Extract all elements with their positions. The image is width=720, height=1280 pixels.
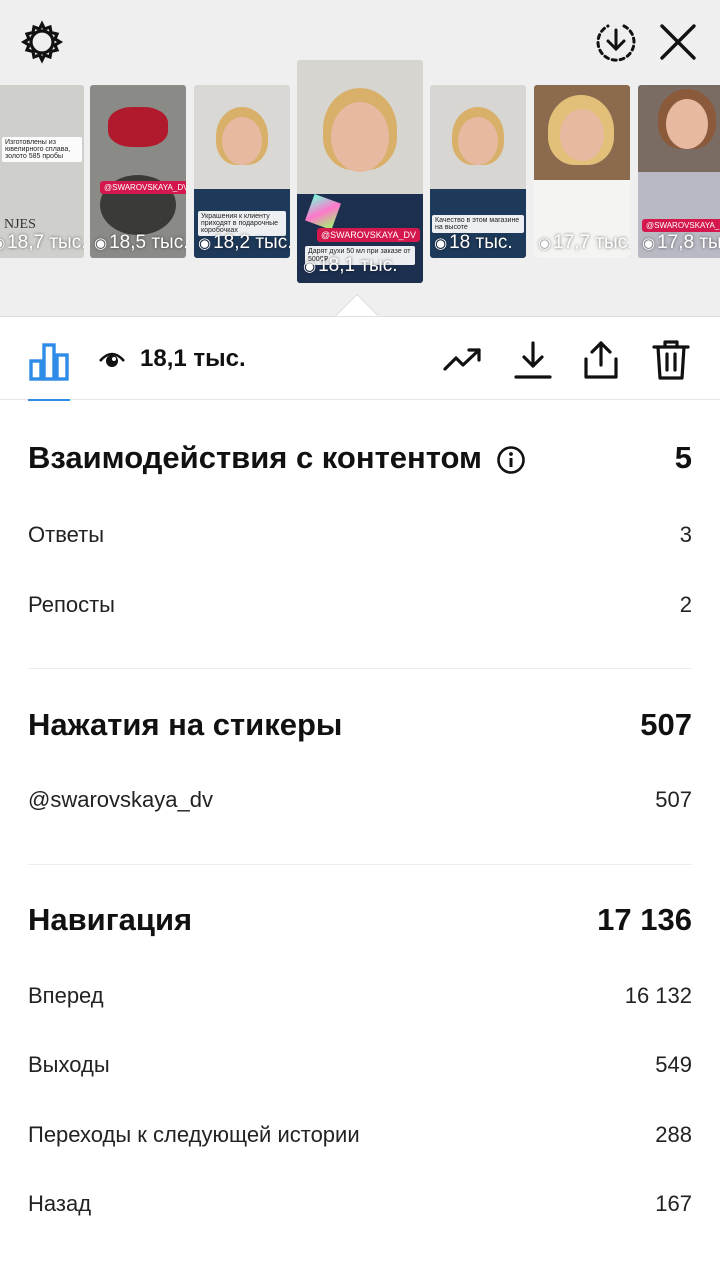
story-view-count: ◉ 18,2 тыс. — [198, 232, 290, 253]
bar-chart-icon[interactable] — [28, 341, 70, 381]
story-thumbnail-selected[interactable]: @SWAROVSKAYA_DV Дарят духи 50 мл при зак… — [297, 60, 423, 283]
eye-icon: ◉ — [303, 258, 317, 275]
story-view-count: ◉ 17,7 тыс. — [538, 232, 630, 253]
save-icon[interactable] — [512, 339, 554, 381]
section-title: Нажатия на стикеры — [28, 707, 343, 742]
eye-icon: ◉ — [0, 234, 5, 252]
story-view-count: ◉ 18,5 тыс. — [94, 232, 186, 253]
metric-row: Ответы 3 — [28, 522, 692, 548]
section-divider — [28, 668, 692, 669]
metric-value: 549 — [655, 1052, 692, 1077]
metric-value: 2 — [679, 592, 692, 617]
section-total: 5 — [674, 440, 692, 475]
eye-icon: ◉ — [538, 235, 552, 252]
settings-icon[interactable] — [20, 20, 64, 64]
metric-label: Репосты — [28, 592, 115, 617]
metric-row: Переходы к следующей истории 288 — [28, 1122, 692, 1148]
metric-value: 288 — [655, 1122, 692, 1147]
metric-value: 3 — [679, 522, 692, 547]
section-total: 507 — [640, 707, 692, 742]
stickers-section: Нажатия на стикеры 507 — [28, 705, 692, 745]
eye-icon: ◉ — [198, 235, 212, 252]
metric-row: Назад 167 — [28, 1191, 692, 1217]
story-view-count: ◉ 18,1 тыс. — [303, 255, 398, 276]
story-thumbnail-strip: Изготовлены из ювелирного сплава, золото… — [0, 60, 720, 285]
interactions-section: Взаимодействия с контентом 5 — [28, 438, 692, 478]
metric-label: Ответы — [28, 522, 105, 547]
story-view-count: ◉ 18 тыс. — [434, 232, 513, 253]
trash-icon[interactable] — [650, 339, 692, 381]
eye-icon: ◉ — [94, 235, 108, 252]
thumb-note: Изготовлены из ювелирного сплава, золото… — [2, 137, 82, 162]
download-story-icon[interactable] — [594, 20, 638, 64]
story-thumbnail[interactable]: Качество в этом магазине на высоте ◉ 18 т… — [430, 85, 526, 258]
metric-row: Вперед 16 132 — [28, 983, 692, 1009]
stats-toolbar: 18,1 тыс. — [0, 316, 720, 401]
metric-value: 507 — [655, 787, 692, 812]
views-count: 18,1 тыс. — [140, 345, 246, 372]
active-tab-indicator — [28, 399, 70, 401]
metric-value: 167 — [655, 1191, 692, 1216]
metric-label: Вперед — [28, 983, 104, 1008]
sticker-tag: @SWAROVSKAYA_DV — [317, 228, 420, 242]
section-title: Навигация — [28, 902, 193, 937]
story-view-count: ◉18,7 тыс. — [0, 232, 84, 254]
metric-value: 16 132 — [624, 983, 692, 1008]
section-total: 17 136 — [597, 902, 692, 937]
thumb-note: Качество в этом магазине на высоте — [432, 215, 524, 233]
sticker-tag: @SWAROVSKAYA_DV — [100, 181, 186, 194]
metric-row: @swarovskaya_dv 507 — [28, 787, 692, 813]
story-thumbnail[interactable]: @SWAROVSKAYA_DV ◉ 18,5 тыс. — [90, 85, 186, 258]
share-icon[interactable] — [580, 339, 622, 381]
story-view-count: ◉17,8 тыс. — [642, 232, 720, 253]
metric-row: Выходы 549 — [28, 1052, 692, 1078]
sticker-tag: @SWAROVSKAYA_DV — [642, 219, 720, 232]
brand-text: NJES — [4, 217, 36, 232]
close-icon[interactable] — [656, 20, 700, 64]
section-divider — [28, 864, 692, 865]
metric-label: Переходы к следующей истории — [28, 1122, 360, 1147]
metric-label: Назад — [28, 1191, 92, 1216]
metric-row: Репосты 2 — [28, 592, 692, 618]
story-thumbnail[interactable]: @SWAROVSKAYA_DV ◉17,8 тыс. — [638, 85, 720, 258]
story-thumbnail[interactable]: Изготовлены из ювелирного сплава, золото… — [0, 85, 84, 258]
eye-icon: ◉ — [642, 235, 656, 252]
info-icon[interactable] — [496, 445, 526, 475]
section-title: Взаимодействия с контентом — [28, 440, 526, 476]
metric-label: Выходы — [28, 1052, 110, 1077]
trend-icon[interactable] — [442, 339, 484, 381]
story-thumbnail[interactable]: ◉ 17,7 тыс. — [534, 85, 630, 258]
metric-label: @swarovskaya_dv — [28, 787, 213, 812]
eye-icon — [99, 352, 125, 367]
navigation-section: Навигация 17 136 — [28, 900, 692, 940]
eye-icon: ◉ — [434, 235, 448, 252]
story-thumbnail[interactable]: Украшения к клиенту приходят в подарочны… — [194, 85, 290, 258]
story-header: Изготовлены из ювелирного сплава, золото… — [0, 0, 720, 316]
